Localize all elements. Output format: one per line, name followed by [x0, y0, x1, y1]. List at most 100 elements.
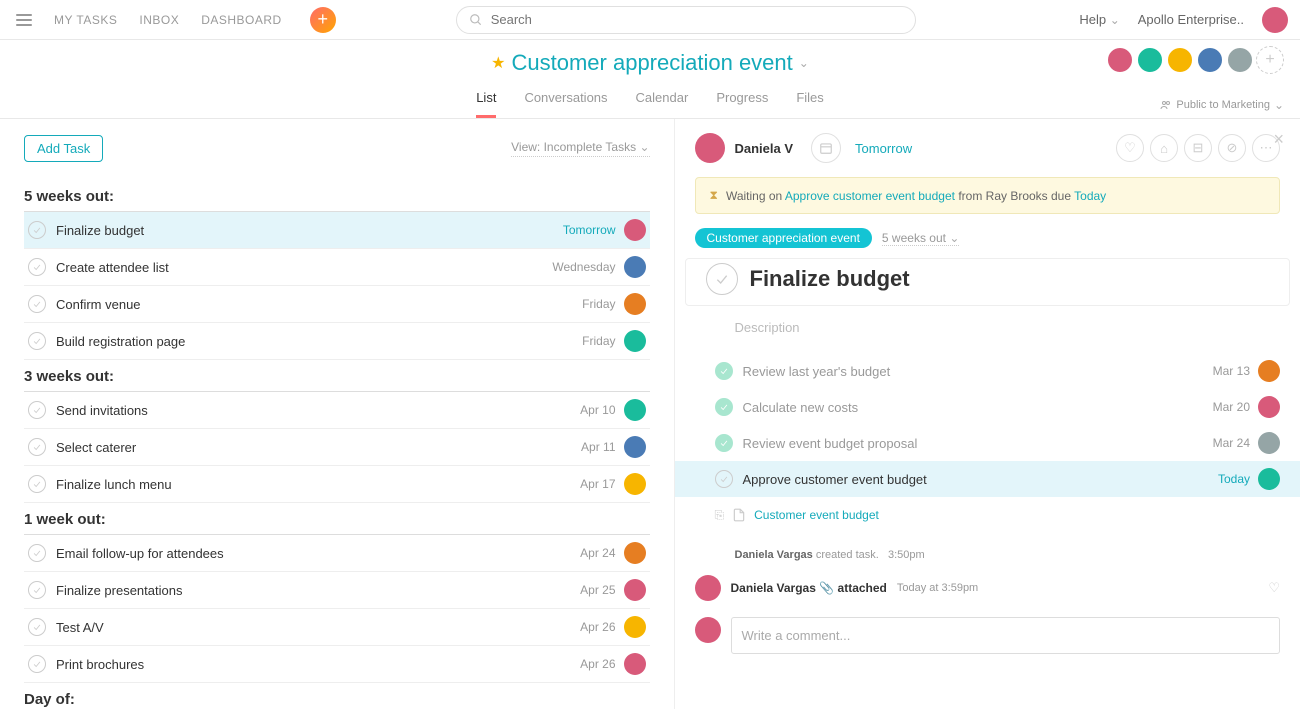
task-row[interactable]: Create attendee listWednesday: [24, 249, 650, 286]
tab-calendar[interactable]: Calendar: [636, 90, 689, 118]
check-icon[interactable]: [715, 398, 733, 416]
subtask-row[interactable]: Approve customer event budgetToday: [675, 461, 1300, 497]
check-icon[interactable]: [28, 332, 46, 350]
section-header[interactable]: Day of:: [24, 683, 650, 709]
task-due: Apr 26: [580, 620, 615, 634]
subtask-row[interactable]: Review last year's budgetMar 13: [675, 353, 1300, 389]
star-icon[interactable]: ★: [491, 53, 505, 73]
assignee-avatar[interactable]: [695, 133, 725, 163]
task-row[interactable]: Finalize presentationsApr 25: [24, 572, 650, 609]
member-avatar[interactable]: [1166, 46, 1194, 74]
add-member-button[interactable]: +: [1256, 46, 1284, 74]
check-icon[interactable]: [28, 655, 46, 673]
assignee-avatar[interactable]: [624, 473, 646, 495]
close-icon[interactable]: ×: [1273, 129, 1284, 150]
add-button[interactable]: +: [310, 7, 336, 33]
attachment-link[interactable]: Customer event budget: [754, 508, 879, 522]
check-icon[interactable]: [28, 258, 46, 276]
task-row[interactable]: Test A/VApr 26: [24, 609, 650, 646]
check-icon[interactable]: [28, 618, 46, 636]
add-task-button[interactable]: Add Task: [24, 135, 103, 162]
task-row[interactable]: Send invitationsApr 10: [24, 392, 650, 429]
assignee-avatar[interactable]: [1258, 468, 1280, 490]
assignee-avatar[interactable]: [624, 256, 646, 278]
like-icon[interactable]: ♡: [1116, 134, 1144, 162]
hourglass-icon: ⧗: [710, 188, 718, 203]
check-icon[interactable]: [715, 362, 733, 380]
view-selector[interactable]: View: Incomplete Tasks ⌄: [511, 140, 649, 157]
search-input[interactable]: [491, 12, 903, 27]
chevron-down-icon[interactable]: ⌄: [799, 56, 809, 70]
assignee-avatar[interactable]: [624, 579, 646, 601]
complete-check[interactable]: [706, 263, 738, 295]
attachment-icon[interactable]: ⊘: [1218, 134, 1246, 162]
project-title[interactable]: ★ Customer appreciation event ⌄: [0, 50, 1300, 76]
check-icon[interactable]: [28, 544, 46, 562]
task-name: Finalize presentations: [56, 583, 580, 598]
check-icon[interactable]: [28, 295, 46, 313]
assignee-avatar[interactable]: [624, 653, 646, 675]
section-header[interactable]: 1 week out:: [24, 503, 650, 535]
assignee-avatar[interactable]: [1258, 396, 1280, 418]
task-row[interactable]: Finalize budgetTomorrow: [24, 212, 650, 249]
search-box[interactable]: [456, 6, 916, 34]
tab-list[interactable]: List: [476, 90, 496, 118]
calendar-icon[interactable]: [811, 133, 841, 163]
member-avatar[interactable]: [1226, 46, 1254, 74]
tab-progress[interactable]: Progress: [716, 90, 768, 118]
user-avatar[interactable]: [1262, 7, 1288, 33]
like-icon[interactable]: ♡: [1268, 580, 1280, 596]
file-icon: [732, 507, 746, 523]
assignee-avatar[interactable]: [624, 330, 646, 352]
check-icon[interactable]: [28, 581, 46, 599]
member-avatar[interactable]: [1106, 46, 1134, 74]
assignee-avatar[interactable]: [1258, 360, 1280, 382]
nav-mytasks[interactable]: MY TASKS: [54, 13, 117, 27]
subtask-icon[interactable]: ⊟: [1184, 134, 1212, 162]
check-icon[interactable]: [28, 475, 46, 493]
assignee-avatar[interactable]: [624, 436, 646, 458]
task-row[interactable]: Select catererApr 11: [24, 429, 650, 466]
due-date[interactable]: Tomorrow: [855, 141, 912, 156]
check-icon[interactable]: [715, 434, 733, 452]
section-header[interactable]: 5 weeks out:: [24, 180, 650, 212]
task-row[interactable]: Build registration pageFriday: [24, 323, 650, 360]
nav-dashboard[interactable]: DASHBOARD: [201, 13, 282, 27]
section-link[interactable]: 5 weeks out ⌄: [882, 231, 959, 246]
tab-files[interactable]: Files: [796, 90, 823, 118]
member-avatar[interactable]: [1196, 46, 1224, 74]
assignee-avatar[interactable]: [624, 616, 646, 638]
assignee-avatar[interactable]: [1258, 432, 1280, 454]
check-icon[interactable]: [28, 438, 46, 456]
help-link[interactable]: Help ⌄: [1079, 12, 1119, 27]
subtask-row[interactable]: Review event budget proposalMar 24: [675, 425, 1300, 461]
member-avatar[interactable]: [1136, 46, 1164, 74]
assignee-avatar[interactable]: [624, 542, 646, 564]
check-icon[interactable]: [28, 401, 46, 419]
subtask-date: Mar 24: [1213, 436, 1250, 450]
comment-input[interactable]: Write a comment...: [731, 617, 1281, 654]
project-visibility[interactable]: Public to Marketing ⌄: [1160, 98, 1284, 112]
menu-icon[interactable]: [12, 8, 36, 32]
nav-inbox[interactable]: INBOX: [139, 13, 179, 27]
task-row[interactable]: Print brochuresApr 26: [24, 646, 650, 683]
task-name: Confirm venue: [56, 297, 582, 312]
assignee-avatar[interactable]: [624, 219, 646, 241]
task-title[interactable]: Finalize budget: [750, 266, 910, 292]
assignee-avatar[interactable]: [624, 293, 646, 315]
task-row[interactable]: Confirm venueFriday: [24, 286, 650, 323]
section-header[interactable]: 3 weeks out:: [24, 360, 650, 392]
check-icon[interactable]: [28, 221, 46, 239]
task-row[interactable]: Finalize lunch menuApr 17: [24, 466, 650, 503]
assignee-avatar[interactable]: [624, 399, 646, 421]
tab-conversations[interactable]: Conversations: [524, 90, 607, 118]
description-field[interactable]: Description: [675, 306, 1300, 353]
project-pill[interactable]: Customer appreciation event: [695, 228, 872, 248]
tag-icon[interactable]: ⌂: [1150, 134, 1178, 162]
task-row[interactable]: Email follow-up for attendeesApr 24: [24, 535, 650, 572]
subtask-row[interactable]: Calculate new costsMar 20: [675, 389, 1300, 425]
check-icon[interactable]: [715, 470, 733, 488]
workspace-menu[interactable]: Apollo Enterprise..: [1138, 12, 1244, 27]
subtask-date: Mar 13: [1213, 364, 1250, 378]
dependency-link[interactable]: Approve customer event budget: [785, 189, 955, 203]
